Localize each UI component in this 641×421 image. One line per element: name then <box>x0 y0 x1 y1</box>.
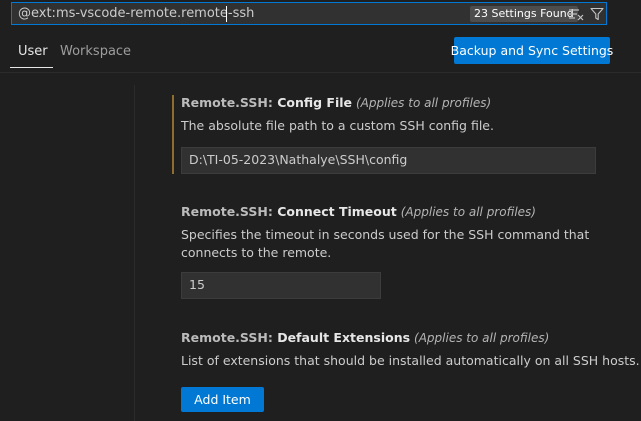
setting-category: Remote.SSH: <box>181 95 278 110</box>
search-query-text: @ext:ms-vscode-remote.remote-ssh <box>18 6 255 21</box>
setting-category: Remote.SSH: <box>181 330 278 345</box>
setting-title: Remote.SSH: Connect Timeout (Applies to a… <box>181 204 601 222</box>
config-file-input[interactable]: D:\TI-05-2023\Nathalye\SSH\config <box>181 147 596 174</box>
text-caret <box>226 6 227 22</box>
setting-scope: (Applies to all profiles) <box>356 96 492 110</box>
active-tab-indicator <box>10 67 53 68</box>
settings-search-input[interactable]: @ext:ms-vscode-remote.remote-ssh 23 Sett… <box>11 2 607 25</box>
tab-workspace[interactable]: Workspace <box>60 44 131 70</box>
setting-name: Config File <box>277 95 352 110</box>
setting-scope: (Applies to all profiles) <box>414 331 550 345</box>
setting-category: Remote.SSH: <box>181 204 278 219</box>
add-item-button[interactable]: Add Item <box>181 387 264 412</box>
modified-indicator <box>172 95 174 174</box>
setting-scope: (Applies to all profiles) <box>400 205 536 219</box>
filter-icon[interactable] <box>588 6 606 22</box>
setting-description: Specifies the timeout in seconds used fo… <box>181 227 590 260</box>
toc-divider <box>134 85 135 421</box>
results-count-badge: 23 Settings Found <box>470 6 578 22</box>
setting-name: Connect Timeout <box>277 204 397 219</box>
header-divider <box>0 72 641 73</box>
setting-description: The absolute file path to a custom SSH c… <box>181 118 494 133</box>
setting-description: List of extensions that should be instal… <box>181 353 640 368</box>
setting-connect-timeout: Remote.SSH: Connect Timeout (Applies to a… <box>181 204 601 262</box>
clear-filter-icon[interactable] <box>567 6 585 22</box>
setting-config-file: Remote.SSH: Config File (Applies to all p… <box>181 95 494 135</box>
backup-and-sync-button[interactable]: Backup and Sync Settings <box>451 37 613 64</box>
setting-default-extensions: Remote.SSH: Default Extensions (Applies t… <box>181 330 640 370</box>
setting-name: Default Extensions <box>277 330 411 345</box>
setting-title: Remote.SSH: Config File (Applies to all p… <box>181 95 494 113</box>
connect-timeout-input[interactable]: 15 <box>181 272 381 299</box>
setting-title: Remote.SSH: Default Extensions (Applies t… <box>181 330 640 348</box>
